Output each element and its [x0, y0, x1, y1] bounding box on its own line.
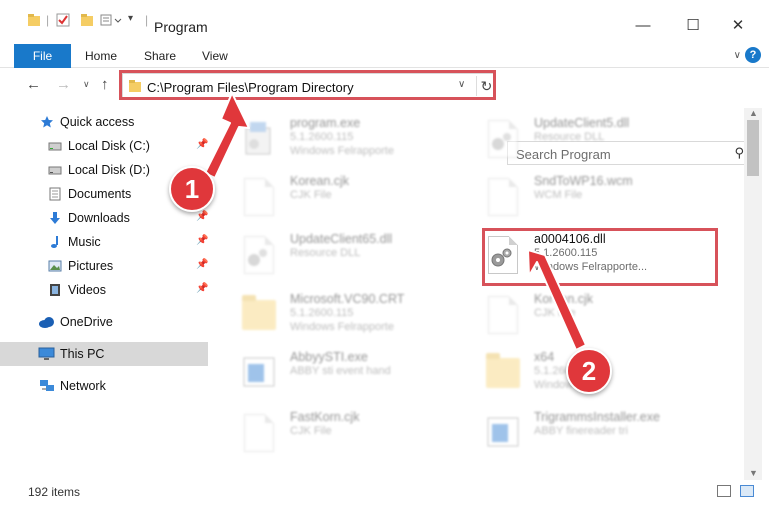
exe-icon: [242, 118, 276, 160]
details-view-icon[interactable]: [717, 485, 731, 497]
list-item-a0004106-dll[interactable]: a0004106.dll 5.1.2600.115 Windows Felrap…: [476, 228, 716, 284]
properties-icon[interactable]: [56, 13, 70, 27]
music-icon: [48, 235, 62, 249]
network-icon: [38, 379, 54, 393]
dll-icon: [242, 234, 276, 276]
computer-icon: [38, 347, 55, 361]
file-icon: [242, 412, 276, 454]
folder-icon[interactable]: [27, 13, 41, 27]
app-icon: [242, 352, 276, 394]
help-icon[interactable]: ?: [745, 47, 761, 63]
dll-icon: [486, 234, 520, 276]
star-icon: [40, 115, 54, 129]
list-item[interactable]: FastKorn.cjk CJK File: [232, 406, 472, 462]
forward-button[interactable]: →: [56, 76, 71, 93]
step-2-badge: 2: [566, 348, 612, 394]
scroll-thumb[interactable]: [747, 120, 759, 176]
list-item[interactable]: program.exe 5.1.2600.115 Windows Felrapp…: [232, 112, 472, 168]
back-button[interactable]: ←: [26, 76, 41, 93]
ribbon: File Home Share View ∨ ?: [0, 40, 769, 68]
list-item[interactable]: UpdateClient5.dll Resource DLL: [476, 112, 716, 168]
ribbon-collapse-icon[interactable]: ∨: [734, 50, 741, 61]
sidebar-item-videos[interactable]: Videos 📌: [0, 278, 208, 302]
item-count: 192 items: [28, 485, 81, 499]
pin-icon[interactable]: 📌: [196, 259, 208, 270]
tab-file[interactable]: File: [14, 44, 71, 68]
cloud-icon: [38, 315, 54, 329]
title-bar: | ▾ | Program — ☐ ✕: [0, 0, 769, 40]
pin-icon[interactable]: 📌: [196, 283, 208, 294]
list-item[interactable]: Microsoft.VC90.CRT 5.1.2600.115 Windows …: [232, 288, 472, 344]
list-item[interactable]: UpdateClient65.dll Resource DLL: [232, 228, 472, 284]
tab-view[interactable]: View: [202, 49, 228, 63]
up-button[interactable]: ↑: [101, 76, 109, 93]
scroll-down-icon[interactable]: ▼: [749, 468, 758, 478]
pictures-icon: [48, 259, 62, 273]
list-item[interactable]: SndToWP16.wcm WCM File: [476, 170, 716, 226]
file-icon: [486, 294, 520, 336]
sidebar-item-network[interactable]: Network: [0, 374, 208, 398]
close-button[interactable]: ✕: [715, 10, 761, 40]
list-item[interactable]: AbbyySTI.exe ABBY sti event hand: [232, 346, 472, 402]
pin-icon[interactable]: 📌: [196, 235, 208, 246]
folder-icon: [242, 294, 276, 336]
sidebar-item-onedrive[interactable]: OneDrive: [0, 310, 208, 334]
list-item[interactable]: Korean.cjk CJK File: [476, 288, 716, 344]
vertical-scrollbar[interactable]: ▲ ▼: [744, 108, 762, 480]
minimize-button[interactable]: —: [620, 10, 666, 40]
sidebar-item-downloads[interactable]: Downloads 📌: [0, 206, 208, 230]
file-icon: [242, 176, 276, 218]
sidebar-item-local-disk-c[interactable]: Local Disk (C:) 📌: [0, 134, 208, 158]
sidebar-item-pictures[interactable]: Pictures 📌: [0, 254, 208, 278]
separator: |: [46, 13, 50, 27]
quick-access-dropdown-icon[interactable]: ▾: [128, 13, 133, 24]
large-icons-view-icon[interactable]: [740, 485, 754, 497]
maximize-button[interactable]: ☐: [670, 10, 716, 40]
separator: |: [145, 13, 149, 27]
status-bar: 192 items: [0, 480, 769, 513]
scroll-up-icon[interactable]: ▲: [749, 108, 758, 118]
pin-icon[interactable]: 📌: [196, 139, 208, 150]
window-title: Program: [154, 19, 208, 35]
tab-share[interactable]: Share: [144, 49, 176, 63]
sidebar-item-this-pc[interactable]: This PC: [0, 342, 208, 366]
pin-icon[interactable]: 📌: [196, 211, 208, 222]
downloads-icon: [48, 211, 62, 225]
recent-locations-button[interactable]: ∨: [83, 79, 90, 90]
sidebar-item-music[interactable]: Music 📌: [0, 230, 208, 254]
step-1-badge: 1: [169, 166, 215, 212]
drive-icon: [48, 163, 62, 177]
app-icon: [486, 412, 520, 454]
videos-icon: [48, 283, 62, 297]
navigation-pane: Quick access Local Disk (C:) 📌 Local Dis…: [0, 108, 210, 472]
tab-home[interactable]: Home: [85, 49, 117, 63]
documents-icon: [48, 187, 62, 201]
file-list: program.exe 5.1.2600.115 Windows Felrapp…: [212, 108, 744, 472]
file-icon: [486, 176, 520, 218]
folder-icon: [486, 352, 520, 394]
sidebar-item-quick-access[interactable]: Quick access: [0, 110, 208, 134]
dll-icon: [486, 118, 520, 160]
customize-toolbar-icon[interactable]: [100, 13, 124, 27]
address-highlight: [119, 70, 496, 100]
list-item[interactable]: Korean.cjk CJK File: [232, 170, 472, 226]
list-item[interactable]: TrigrammsInstaller.exe ABBY finereader t…: [476, 406, 716, 462]
new-folder-icon[interactable]: [80, 13, 94, 27]
drive-icon: [48, 139, 62, 153]
